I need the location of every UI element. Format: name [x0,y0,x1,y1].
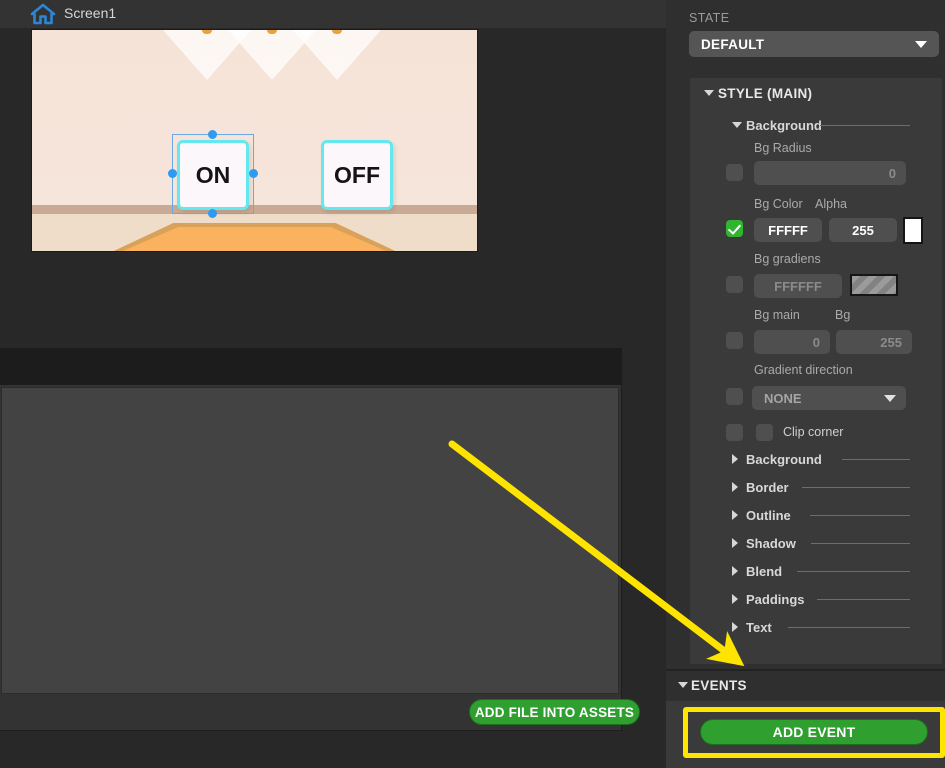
chevron-down-icon[interactable] [704,90,714,96]
bg-color-swatch[interactable] [903,217,923,244]
add-event-button[interactable]: ADD EVENT [700,719,928,745]
chevron-right-icon[interactable] [732,482,738,492]
inspector-panel: STATE DEFAULT STYLE (MAIN) Background Bg… [666,0,945,768]
bg-radius-label: Bg Radius [754,141,812,155]
bg-gradiens-label: Bg gradiens [754,252,821,266]
assets-panel-body[interactable] [1,387,619,694]
chevron-right-icon[interactable] [732,566,738,576]
section-rule [802,487,910,488]
section-rule [810,515,910,516]
events-title: EVENTS [691,678,747,693]
bg-gradiens-swatch[interactable] [850,274,898,296]
chevron-right-icon[interactable] [732,538,738,548]
section-rule [797,571,910,572]
state-select-value: DEFAULT [701,37,764,52]
bg-main-input[interactable]: 0 [754,330,830,354]
gradient-direction-checkbox[interactable] [726,388,743,405]
section-rule [817,599,910,600]
state-select[interactable]: DEFAULT [689,31,939,57]
background-group-title: Background [746,118,822,133]
screen-tab-bar[interactable]: Screen1 [0,0,666,28]
clip-corner-label: Clip corner [783,425,843,439]
resize-handle-right[interactable] [249,169,258,178]
gradient-direction-label: Gradient direction [754,363,853,377]
section-border[interactable]: Border [746,480,789,495]
clip-corner-checkbox-left[interactable] [726,424,743,441]
resize-handle-top[interactable] [208,130,217,139]
add-file-into-assets-button[interactable]: ADD FILE INTO ASSETS [469,699,640,725]
chevron-right-icon[interactable] [732,510,738,520]
alpha-label: Alpha [815,197,847,211]
selection-bounding-box [172,134,254,214]
screen-tab-label: Screen1 [64,5,116,21]
bg-main-checkbox[interactable] [726,332,743,349]
chevron-down-icon[interactable] [678,682,688,688]
bg-second-input[interactable]: 255 [836,330,912,354]
resize-handle-bottom[interactable] [208,209,217,218]
gradient-direction-value: NONE [764,391,802,406]
bg-color-label: Bg Color [754,197,803,211]
section-rule [811,543,910,544]
bg-alpha-input[interactable]: 255 [829,218,897,242]
bg-main-label: Bg main [754,308,800,322]
section-background-collapsed[interactable]: Background [746,452,822,467]
section-outline[interactable]: Outline [746,508,791,523]
chevron-down-icon[interactable] [732,122,742,128]
style-section-card: STYLE (MAIN) Background Bg Radius 0 Bg C… [690,78,942,664]
chevron-down-icon [915,41,927,48]
scene-floor-trim [32,205,477,214]
device-preview[interactable]: ON OFF [31,29,478,252]
light-cone-3 [293,30,381,80]
home-icon[interactable] [30,2,56,26]
section-shadow[interactable]: Shadow [746,536,796,551]
section-text[interactable]: Text [746,620,772,635]
chevron-right-icon[interactable] [732,454,738,464]
section-paddings[interactable]: Paddings [746,592,805,607]
bg-radius-input[interactable]: 0 [754,161,906,185]
bg-color-input[interactable]: FFFFF [754,218,822,242]
assets-panel-header [0,349,621,385]
canvas-widget-off-button[interactable]: OFF [321,140,393,210]
bg-gradiens-checkbox[interactable] [726,276,743,293]
canvas-area: Screen1 ON OFF [0,0,666,768]
section-rule [788,627,910,628]
bg-radius-checkbox[interactable] [726,164,743,181]
chevron-right-icon[interactable] [732,594,738,604]
assets-panel [0,348,622,731]
clip-corner-checkbox[interactable] [756,424,773,441]
bg-second-label: Bg [835,308,850,322]
state-label: STATE [689,11,729,25]
app-root: Screen1 ON OFF [0,0,945,768]
chevron-right-icon[interactable] [732,622,738,632]
section-blend[interactable]: Blend [746,564,782,579]
section-rule [842,459,910,460]
bg-gradiens-input[interactable]: FFFFFF [754,274,842,298]
style-section-title: STYLE (MAIN) [718,86,812,101]
chevron-down-icon [884,395,896,402]
bg-color-checkbox[interactable] [726,220,743,237]
section-rule [820,125,910,126]
gradient-direction-select[interactable]: NONE [752,386,906,410]
resize-handle-left[interactable] [168,169,177,178]
events-header[interactable]: EVENTS [666,671,945,701]
